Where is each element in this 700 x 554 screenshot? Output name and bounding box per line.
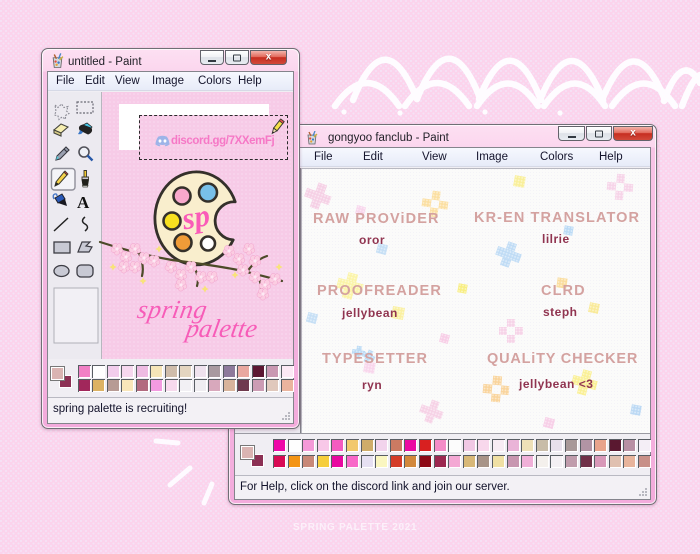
svg-text:sp: sp: [178, 197, 212, 236]
svg-text:A: A: [77, 193, 90, 212]
